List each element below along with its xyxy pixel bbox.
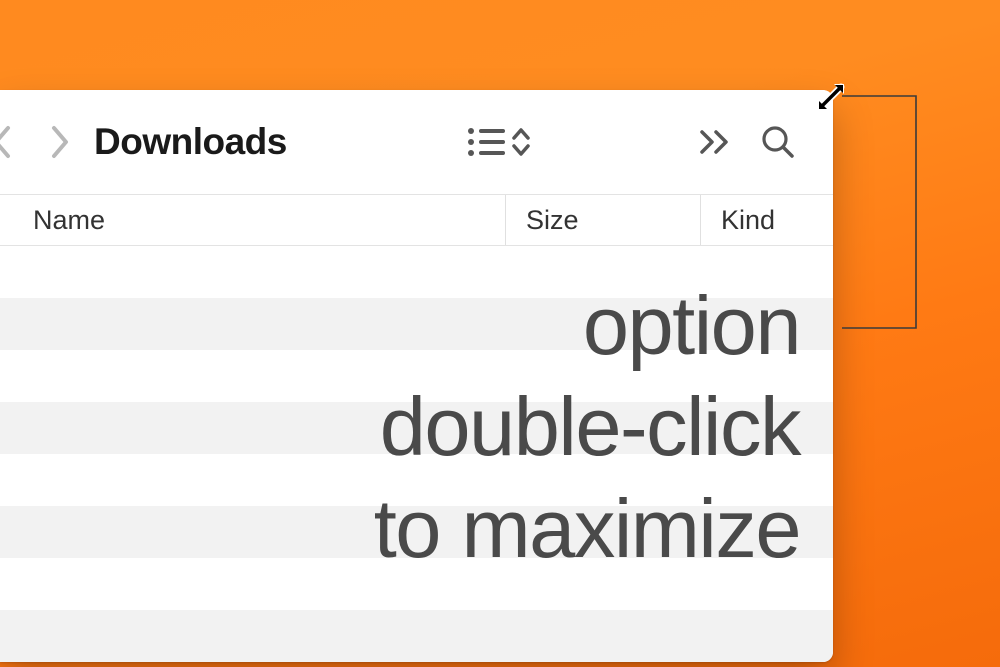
column-header-kind[interactable]: Kind [700,195,833,245]
callout-line [838,88,928,338]
finder-window: Downloads [0,90,833,662]
list-row[interactable] [0,402,833,454]
back-button[interactable] [0,113,22,171]
list-row[interactable] [0,246,833,298]
column-header-name[interactable]: Name [0,205,505,236]
overflow-chevron-icon[interactable] [699,122,733,162]
view-options-stepper-icon[interactable] [511,122,531,162]
search-icon[interactable] [761,122,795,162]
column-headers: Name Size Kind [0,194,833,246]
list-row[interactable] [0,558,833,610]
list-row[interactable] [0,454,833,506]
forward-button[interactable] [40,113,76,171]
file-list [0,246,833,662]
list-row[interactable] [0,350,833,402]
list-row[interactable] [0,610,833,662]
column-header-size[interactable]: Size [505,195,700,245]
toolbar: Downloads [0,90,833,194]
list-row[interactable] [0,298,833,350]
list-row[interactable] [0,506,833,558]
list-view-icon[interactable] [467,122,505,162]
folder-title: Downloads [94,121,287,163]
